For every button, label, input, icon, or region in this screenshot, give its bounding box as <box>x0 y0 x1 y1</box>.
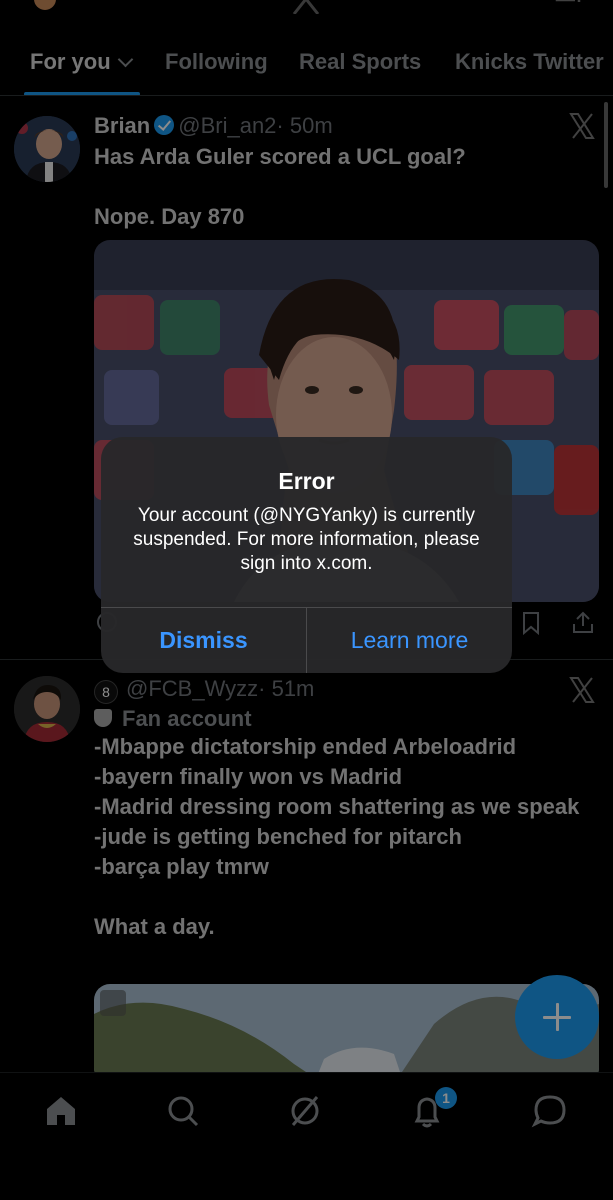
bottom-tab-bar: 1 <box>0 1072 613 1200</box>
error-alert-dialog: Error Your account (@NYGYanky) is curren… <box>101 437 512 673</box>
x-logo-icon[interactable] <box>568 112 596 140</box>
dismiss-button[interactable]: Dismiss <box>101 608 306 673</box>
tab-following[interactable]: Following <box>165 49 268 75</box>
top-header <box>0 0 613 40</box>
tweet-header: Brian @Bri_an2· 50m <box>94 113 333 139</box>
x-logo-icon[interactable] <box>568 676 596 704</box>
tab-label: For you <box>30 49 111 74</box>
alert-message: Your account (@NYGYanky) is currently su… <box>133 505 480 574</box>
bookmark-icon[interactable] <box>518 610 544 636</box>
tweet-text: Has Arda Guler scored a UCL goal? Nope. … <box>94 144 466 229</box>
mask-emoji-icon <box>94 709 112 727</box>
x-logo-icon <box>292 0 320 14</box>
fan-account-label: Fan account <box>94 706 252 732</box>
tweet-time: · 50m <box>276 113 333 138</box>
tweet-time: · 51m <box>258 676 315 701</box>
author-handle[interactable]: @FCB_Wyzz <box>126 676 258 701</box>
avatar[interactable] <box>14 116 80 182</box>
timeline-tabs: For you Following Real Sports Knicks Twi… <box>0 40 613 96</box>
chevron-down-icon <box>117 51 133 68</box>
avatar[interactable] <box>14 676 80 742</box>
tab-knicks-twitter[interactable]: Knicks Twitter <box>455 49 604 75</box>
author-handle[interactable]: @Bri_an2 <box>178 113 276 138</box>
messages-icon[interactable] <box>530 1091 570 1131</box>
app-screen: For you Following Real Sports Knicks Twi… <box>0 0 613 1200</box>
fan-account-text: Fan account <box>122 706 252 731</box>
active-tab-indicator <box>24 92 140 95</box>
learn-more-button[interactable]: Learn more <box>307 608 512 673</box>
author-name[interactable]: Brian <box>94 113 150 138</box>
tab-label: Real Sports <box>299 49 422 74</box>
eight-ball-emoji: 8 <box>94 680 118 704</box>
compose-button[interactable] <box>515 975 599 1059</box>
verified-badge-icon <box>154 115 175 135</box>
home-icon[interactable] <box>41 1091 81 1131</box>
alert-title: Error <box>278 468 335 494</box>
share-icon[interactable] <box>570 610 596 636</box>
tweet-header: 8 @FCB_Wyzz· 51m <box>94 676 315 704</box>
add-account-icon[interactable] <box>553 0 587 14</box>
grok-icon[interactable] <box>285 1091 325 1131</box>
tab-real-sports[interactable]: Real Sports <box>299 49 421 75</box>
profile-avatar[interactable] <box>34 0 56 10</box>
tab-for-you[interactable]: For you <box>30 49 133 75</box>
notification-badge: 1 <box>435 1087 457 1109</box>
tab-label: Knicks Twitter <box>455 49 604 74</box>
search-icon[interactable] <box>163 1091 203 1131</box>
tweet-text: -Mbappe dictatorship ended Arbeloadrid -… <box>94 734 580 939</box>
tab-label: Following <box>165 49 268 74</box>
